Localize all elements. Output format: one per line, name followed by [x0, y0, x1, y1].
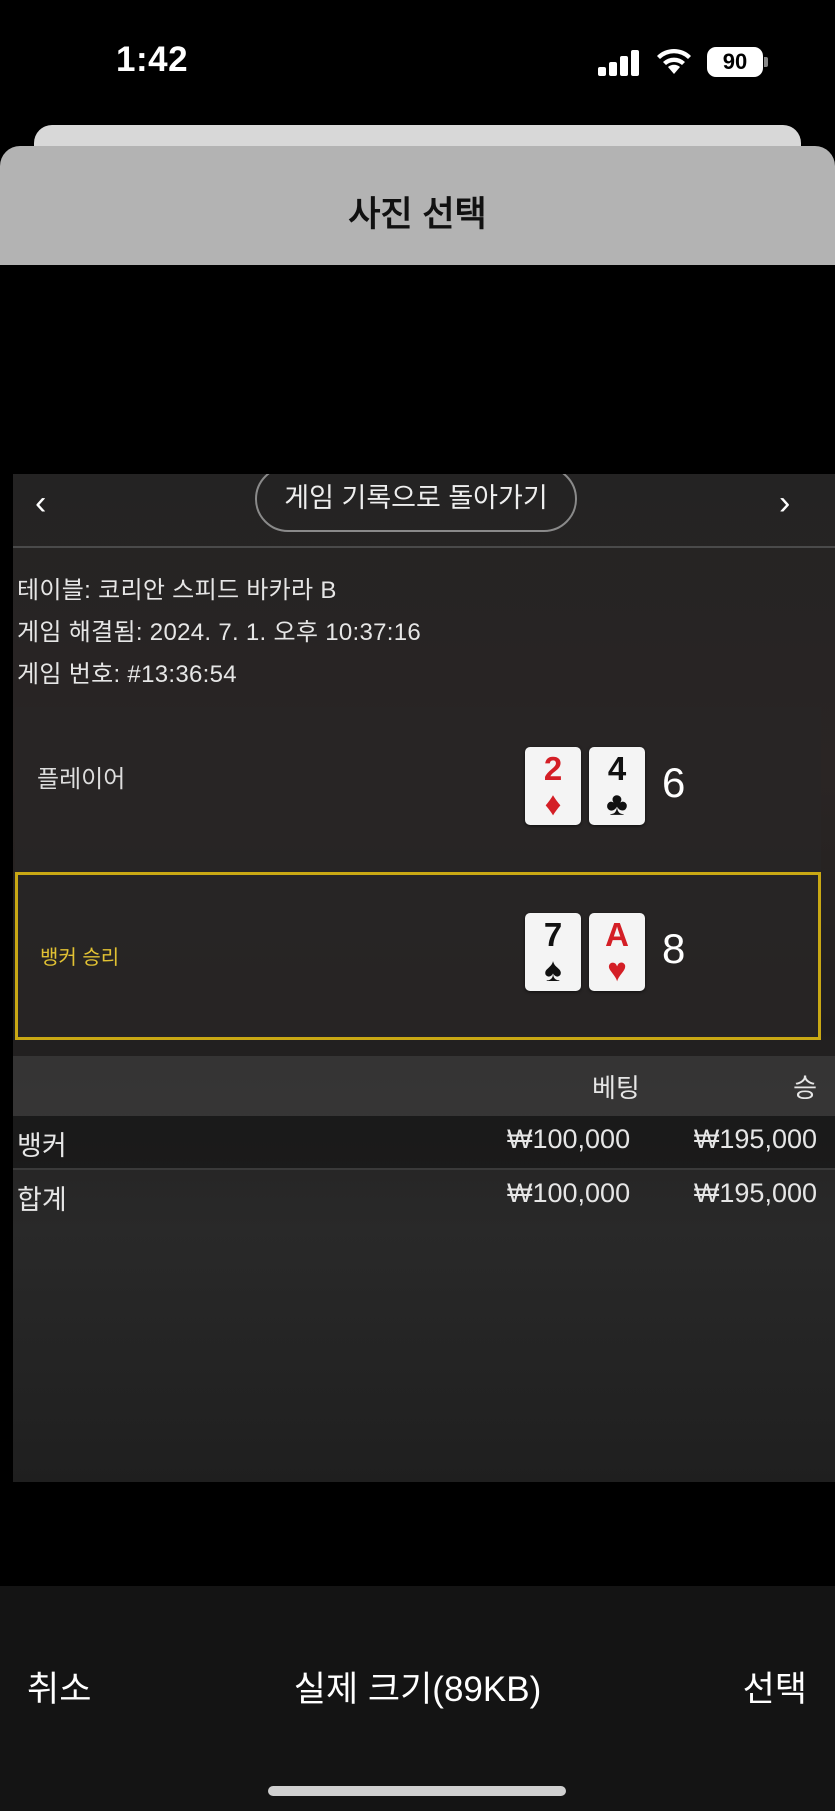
chevron-right-icon[interactable]: ›	[779, 484, 790, 523]
playing-card: 7 ♠	[525, 913, 581, 991]
table-row: 합계 ₩100,000 ₩195,000	[13, 1170, 835, 1222]
back-to-history-button[interactable]: 게임 기록으로 돌아가기	[255, 474, 577, 532]
row-win: ₩195,000	[693, 1178, 817, 1208]
game-number: 게임 번호: #13:36:54	[17, 661, 237, 688]
row-name: 뱅커	[17, 1131, 67, 1161]
table-name: 테이블: 코리안 스피드 바카라 B	[17, 577, 337, 604]
card-rank: 2	[543, 750, 563, 787]
actual-size-button[interactable]: 실제 크기(89KB)	[0, 1661, 835, 1712]
playing-card: A ♥	[589, 913, 645, 991]
card-rank: 7	[543, 916, 563, 953]
row-win: ₩195,000	[693, 1124, 817, 1154]
wifi-icon	[657, 48, 691, 74]
card-rank: A	[605, 916, 629, 953]
card-rank: 4	[607, 750, 627, 787]
sheet-title: 사진 선택	[348, 195, 487, 234]
table-row: 뱅커 ₩100,000 ₩195,000	[13, 1116, 835, 1168]
player-label: 플레이어	[37, 766, 126, 793]
playing-card: 4 ♣	[589, 747, 645, 825]
diamond-suit-icon: ♦	[544, 785, 562, 822]
banker-win-label: 뱅커 승리	[40, 947, 120, 969]
row-name: 합계	[17, 1185, 67, 1215]
select-button[interactable]: 선택	[743, 1661, 807, 1712]
home-indicator	[268, 1786, 566, 1796]
status-time: 1:42	[116, 40, 189, 79]
banker-score: 8	[662, 925, 686, 972]
status-bar: 1:42 90	[0, 0, 835, 125]
chevron-left-icon[interactable]: ‹	[35, 484, 46, 523]
hand-result-panel: 플레이어 2 ♦ 4 ♣ 6 뱅커 승리 7 ♠ A ♥ 8	[15, 707, 821, 1040]
battery-cap	[764, 57, 768, 67]
heart-suit-icon: ♥	[607, 951, 627, 988]
spade-suit-icon: ♠	[544, 951, 562, 988]
bottom-toolbar: 취소 실제 크기(89KB) 선택	[0, 1586, 835, 1811]
column-header-win: 승	[793, 1073, 817, 1103]
row-bet: ₩100,000	[507, 1178, 631, 1208]
row-bet: ₩100,000	[507, 1124, 631, 1154]
bets-table-header: 베팅 승	[13, 1056, 835, 1116]
photo-preview: ‹ 게임 기록으로 돌아가기 › 테이블: 코리안 스피드 바카라 B 게임 해…	[13, 474, 835, 1482]
column-header-bet: 베팅	[592, 1073, 640, 1103]
club-suit-icon: ♣	[606, 785, 628, 822]
player-score: 6	[662, 759, 686, 806]
divider	[13, 546, 835, 548]
battery-indicator: 90	[707, 47, 763, 77]
playing-card: 2 ♦	[525, 747, 581, 825]
cellular-signal-icon	[598, 50, 640, 76]
game-resolved-time: 게임 해결됨: 2024. 7. 1. 오후 10:37:16	[17, 619, 422, 646]
banker-winner-row: 뱅커 승리 7 ♠ A ♥ 8	[15, 872, 821, 1040]
